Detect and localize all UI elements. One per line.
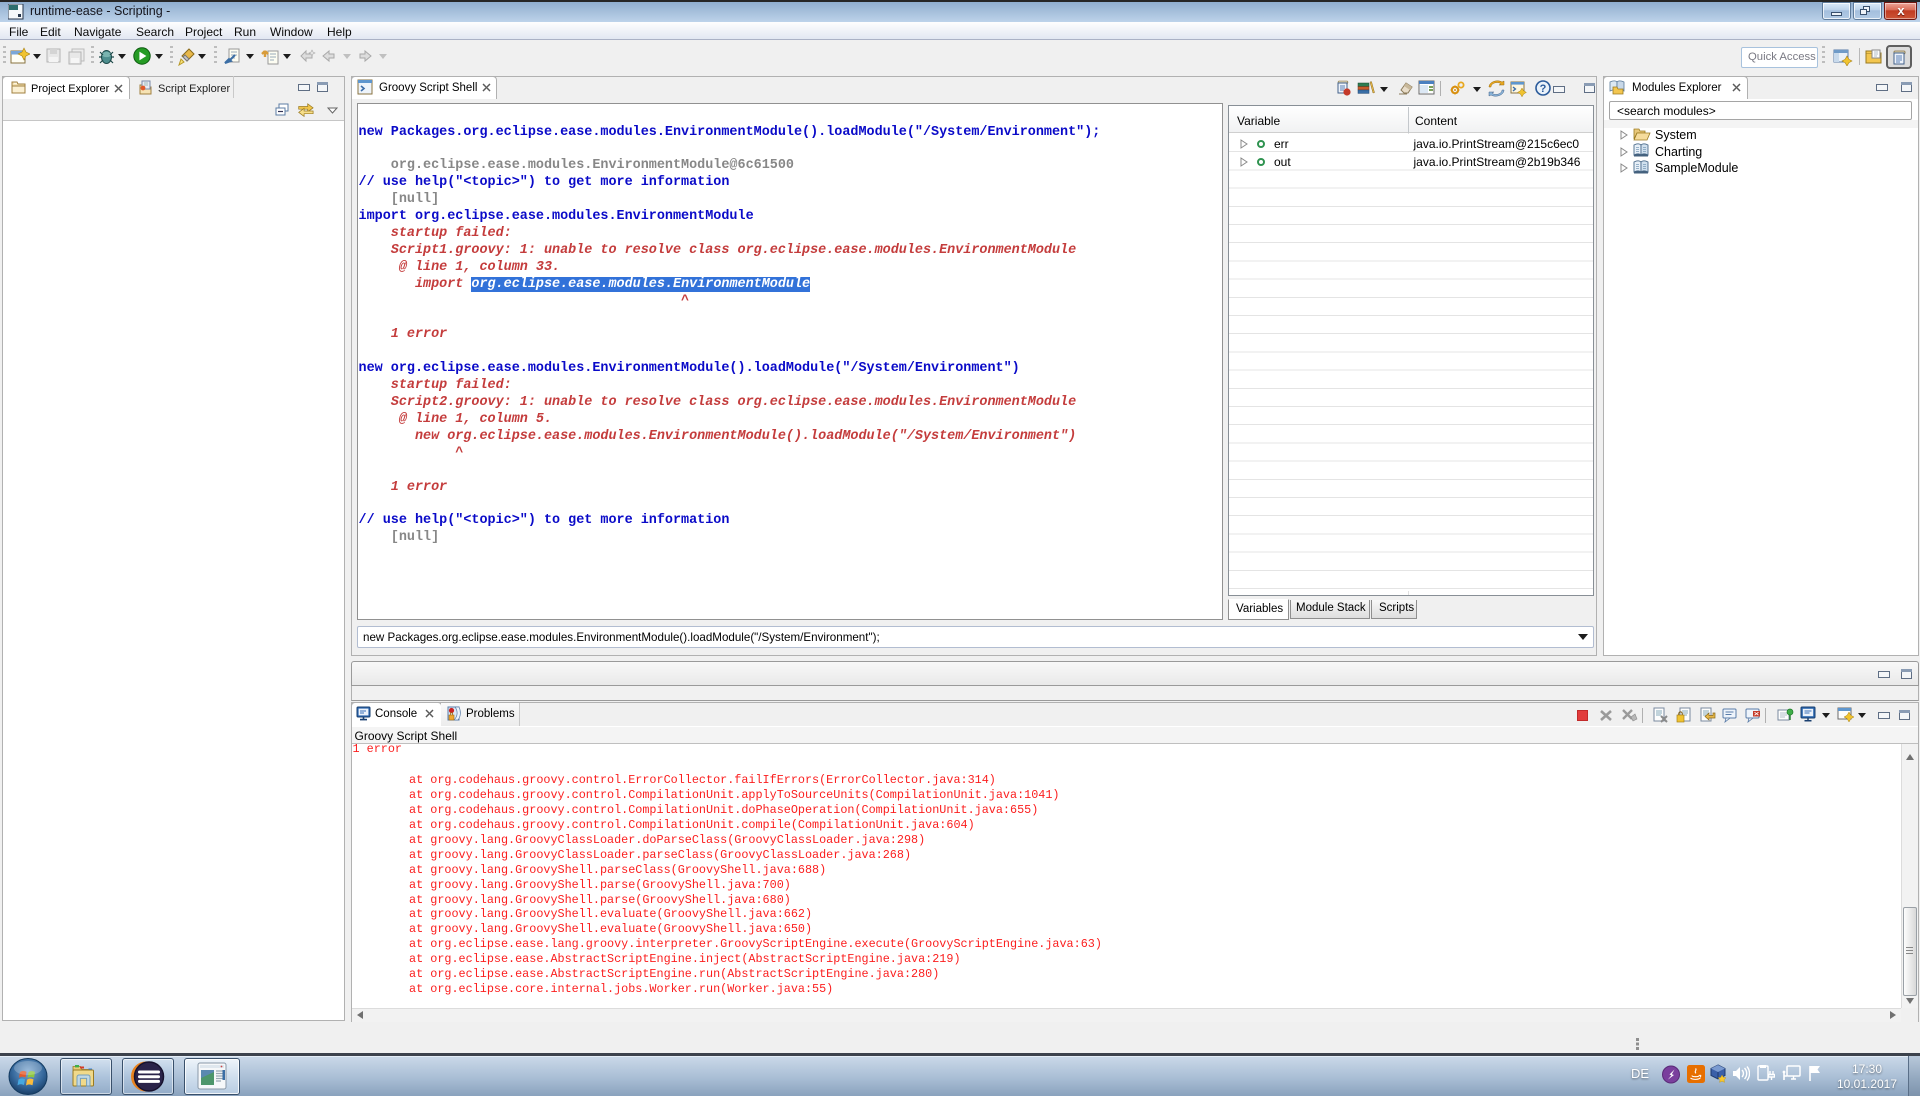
svg-text:?: ? [1540,83,1547,95]
